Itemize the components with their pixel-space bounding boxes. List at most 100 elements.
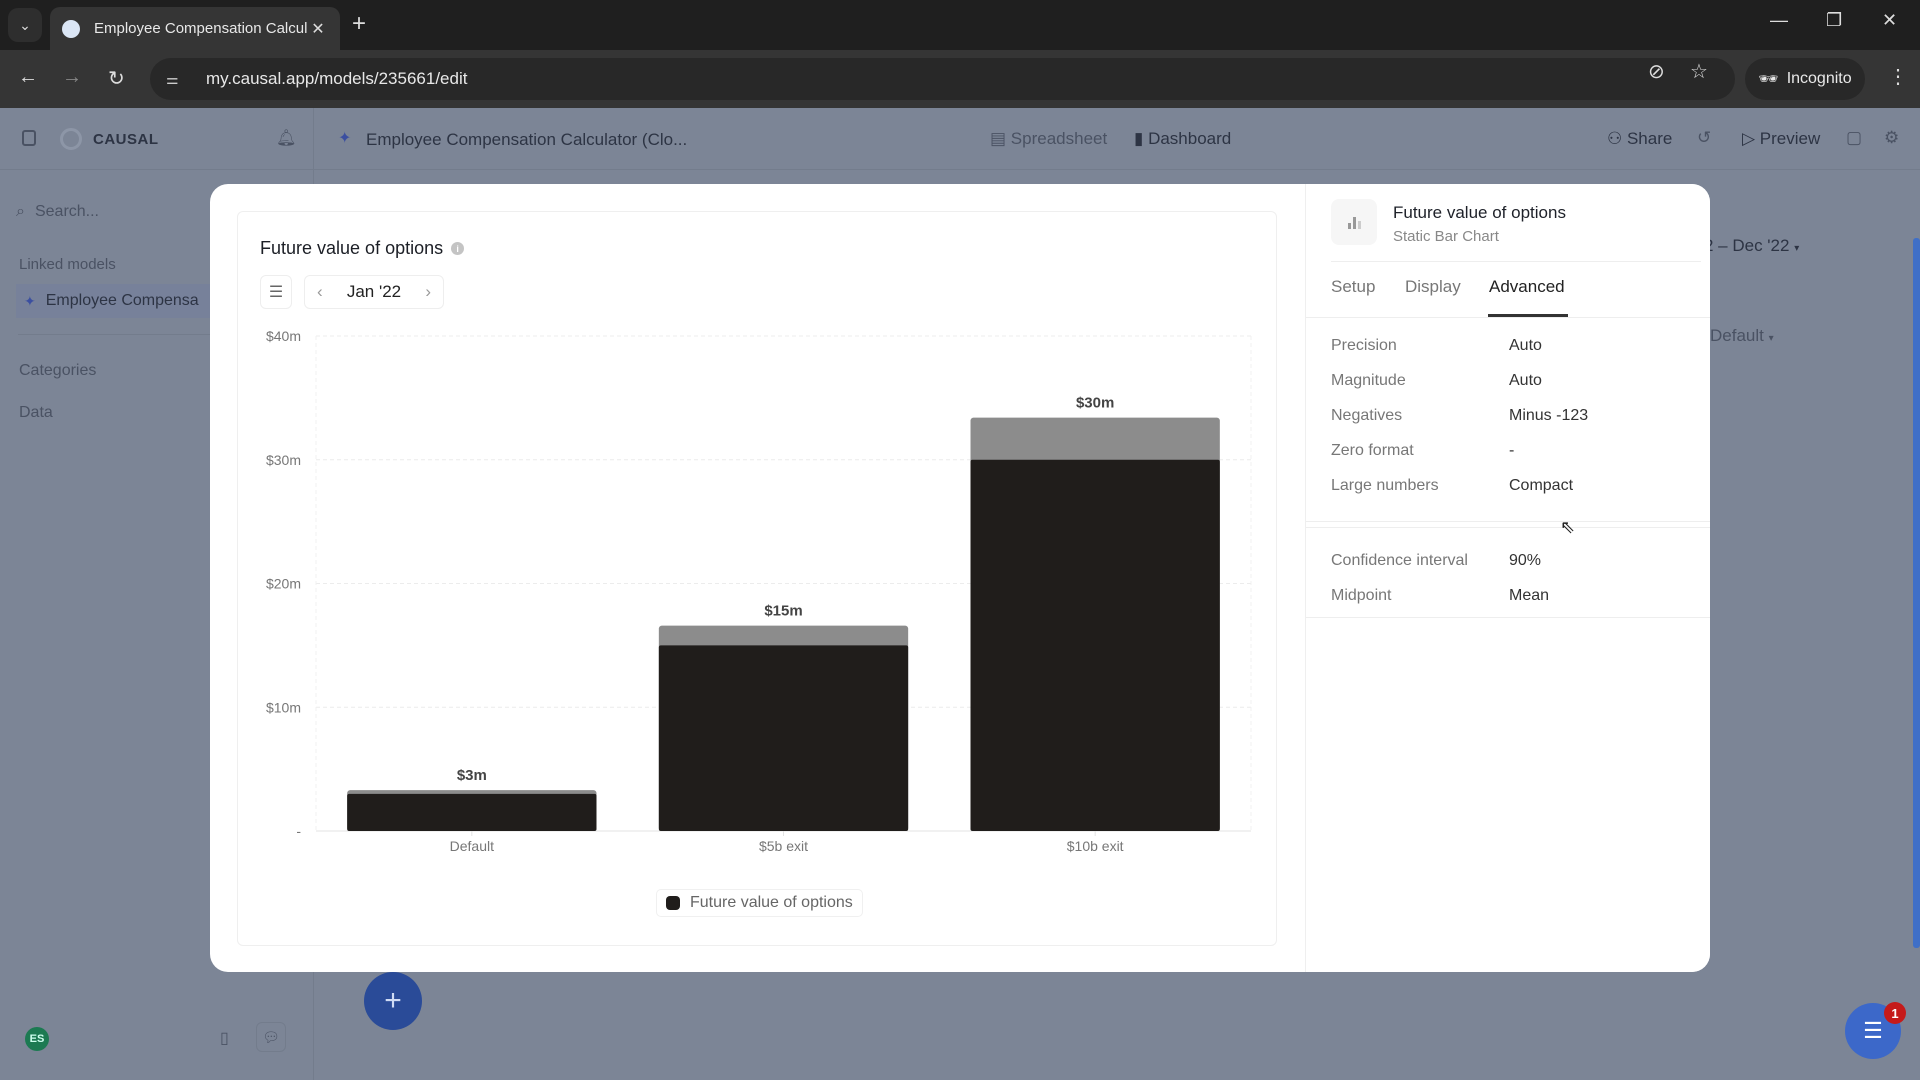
data-label: $30m xyxy=(1076,395,1114,412)
active-tab-indicator xyxy=(1488,314,1568,317)
address-bar-row: ← → ↻ ⚌ my.causal.app/models/235661/edit… xyxy=(0,50,1920,108)
caret-down-icon: ▾ xyxy=(1794,243,1800,254)
scenario-label: Default xyxy=(1710,326,1764,345)
setting-value[interactable]: Compact xyxy=(1509,477,1573,495)
setting-value[interactable]: Mean xyxy=(1509,587,1549,605)
forward-icon[interactable]: → xyxy=(62,66,82,89)
share-label: Share xyxy=(1626,129,1673,148)
setting-label: Zero format xyxy=(1331,442,1414,459)
bar xyxy=(347,793,597,831)
chat-icon: ☰ xyxy=(1863,1018,1883,1043)
tab-search-button[interactable]: ⌄ xyxy=(8,8,42,42)
setting-value[interactable]: Auto xyxy=(1509,372,1542,390)
linked-models-heading: Linked models xyxy=(19,256,116,273)
star-icon[interactable]: ☆ xyxy=(1690,59,1708,84)
search-placeholder: Search... xyxy=(34,203,99,220)
chart-editor-modal: Future value of options i ☰ ‹ Jan '22 › … xyxy=(210,184,1710,972)
url-bar[interactable]: ⚌ my.causal.app/models/235661/edit xyxy=(150,58,1735,100)
notification-badge: 1 xyxy=(1884,1002,1906,1024)
setting-label: Midpoint xyxy=(1331,587,1392,604)
legend-swatch xyxy=(666,896,680,910)
share-button[interactable]: ⚇ Share xyxy=(1607,129,1672,149)
y-tick-label: $20m xyxy=(266,576,301,592)
tab-spreadsheet-label: Spreadsheet xyxy=(1010,129,1108,148)
mouse-cursor: ⇖ xyxy=(1560,517,1576,537)
incognito-badge[interactable]: 🕶 Incognito xyxy=(1745,58,1865,100)
setting-label: Large numbers xyxy=(1331,477,1439,494)
tab-title: Employee Compensation Calcul xyxy=(94,20,308,37)
site-settings-icon[interactable]: ⚌ xyxy=(166,71,188,88)
avatar[interactable]: ES xyxy=(25,1027,49,1051)
browser-tab[interactable]: Employee Compensation Calcul ✕ xyxy=(50,7,340,50)
setting-value[interactable]: 90% xyxy=(1509,552,1541,570)
incognito-icon: 🕶 xyxy=(1758,71,1779,88)
url-text: my.causal.app/models/235661/edit xyxy=(206,69,468,88)
browser-menu-icon[interactable]: ⋮ xyxy=(1888,64,1908,89)
caret-down-icon: ▾ xyxy=(1768,333,1774,344)
preview-button[interactable]: ▷ Preview xyxy=(1742,129,1820,149)
tab-dashboard-label: Dashboard xyxy=(1148,129,1232,148)
bar-chart: - $10m $20m $30m $40m $3m $15m $30m Default $5b… xyxy=(266,328,1252,854)
tab-setup[interactable]: Setup xyxy=(1331,277,1375,297)
sparkle-icon: ✦ xyxy=(338,130,352,147)
model-title[interactable]: Employee Compensation Calculator (Clo... xyxy=(366,130,687,150)
incognito-label: Incognito xyxy=(1786,70,1852,87)
y-tick-label: $40m xyxy=(266,328,301,344)
setting-label: Negatives xyxy=(1331,407,1403,424)
settings-gear-icon[interactable]: ⚙ xyxy=(1884,128,1899,148)
bar-chart-icon xyxy=(1331,199,1377,245)
chart-legend[interactable]: Future value of options xyxy=(656,889,863,917)
tab-advanced[interactable]: Advanced xyxy=(1489,277,1565,297)
linked-model-label: Employee Compensa xyxy=(45,292,199,309)
tab-display[interactable]: Display xyxy=(1405,277,1461,297)
eye-off-icon[interactable]: ⊘ xyxy=(1648,59,1665,84)
y-tick-label: $10m xyxy=(266,699,301,715)
panel-title: Future value of options xyxy=(1393,203,1566,222)
comments-icon[interactable]: ▢ xyxy=(1846,128,1862,148)
date-range-label: 2 – Dec '22 xyxy=(1704,236,1790,255)
reload-icon[interactable]: ↻ xyxy=(108,66,125,91)
history-icon[interactable]: ↺ xyxy=(1697,128,1711,148)
tab-favicon-icon xyxy=(62,19,80,38)
data-label: $3m xyxy=(457,767,487,784)
legend-label: Future value of options xyxy=(690,894,853,911)
docs-book-icon[interactable]: ▯ xyxy=(220,1028,229,1048)
divider xyxy=(1331,261,1701,262)
add-button[interactable]: + xyxy=(364,972,422,1030)
divider xyxy=(1306,527,1710,528)
data-label: $15m xyxy=(764,603,802,620)
bar xyxy=(970,459,1220,831)
setting-label: Confidence interval xyxy=(1331,552,1468,569)
tab-spreadsheet[interactable]: ▤ Spreadsheet xyxy=(990,129,1107,149)
y-tick-label: $30m xyxy=(266,452,301,468)
panel-subtitle: Static Bar Chart xyxy=(1393,228,1499,245)
x-tick-label: $10b exit xyxy=(1067,838,1124,854)
browser-tab-bar: ⌄ Employee Compensation Calcul ✕ + — ❐ ✕ xyxy=(0,0,1920,50)
chat-bubble-icon[interactable]: 💬︎ xyxy=(256,1022,286,1052)
setting-value[interactable]: - xyxy=(1509,442,1514,460)
close-window-icon[interactable]: ✕ xyxy=(1882,10,1897,31)
panel-tabs: Setup Display Advanced xyxy=(1306,263,1710,318)
sidebar-item-categories[interactable]: Categories xyxy=(19,362,96,380)
chart-card: Future value of options i ☰ ‹ Jan '22 › … xyxy=(237,211,1277,946)
y-tick-label: - xyxy=(296,823,301,839)
preview-label: Preview xyxy=(1759,129,1821,148)
x-tick-label: $5b exit xyxy=(759,838,808,854)
new-tab-button[interactable]: + xyxy=(352,10,366,38)
x-tick-label: Default xyxy=(450,838,494,854)
restore-icon[interactable]: ❐ xyxy=(1826,10,1842,31)
chart-settings-panel: Future value of options Static Bar Chart… xyxy=(1305,184,1710,972)
divider xyxy=(1306,521,1710,522)
setting-label: Magnitude xyxy=(1331,372,1406,389)
scenario-dropdown[interactable]: Default ▾ xyxy=(1710,326,1774,346)
back-icon[interactable]: ← xyxy=(18,66,38,89)
close-tab-icon[interactable]: ✕ xyxy=(308,19,328,39)
sidebar-item-data[interactable]: Data xyxy=(19,404,53,422)
setting-value[interactable]: Auto xyxy=(1509,337,1542,355)
tab-dashboard[interactable]: ▮ Dashboard xyxy=(1134,129,1231,149)
date-range-dropdown[interactable]: 2 – Dec '22 ▾ xyxy=(1704,236,1799,256)
setting-value[interactable]: Minus -123 xyxy=(1509,407,1588,425)
search-icon: ⌕ xyxy=(16,203,25,220)
scrollbar[interactable] xyxy=(1913,238,1920,948)
minimize-icon[interactable]: — xyxy=(1770,10,1788,31)
